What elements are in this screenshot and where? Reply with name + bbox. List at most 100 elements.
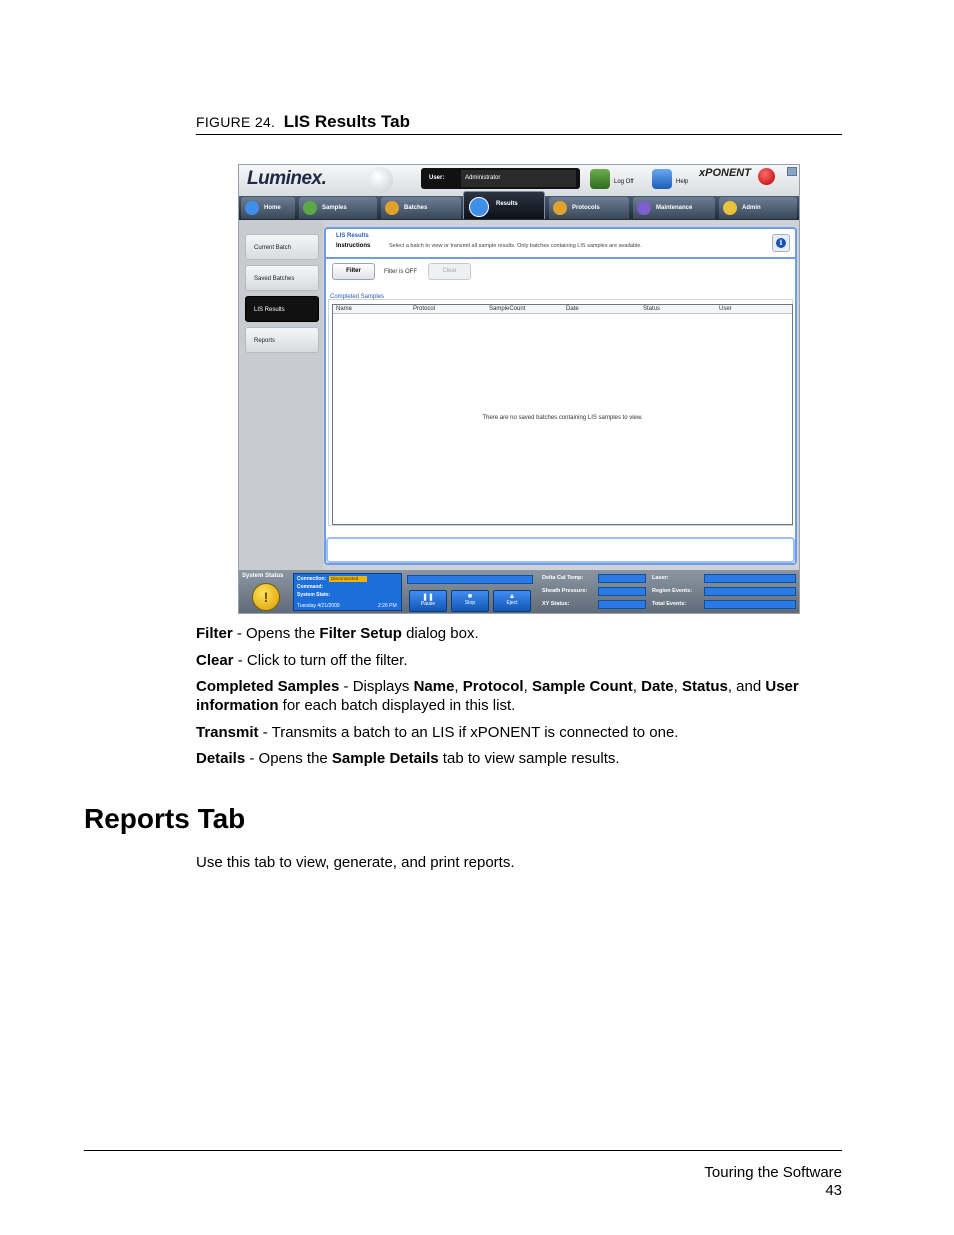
stat-value	[598, 600, 646, 609]
stop-label: Stop	[464, 600, 476, 606]
sidebar-item-current-batch[interactable]: Current Batch	[245, 234, 319, 260]
term: Details	[196, 750, 246, 767]
eject-button[interactable]: ▲ Eject	[493, 590, 531, 612]
stat-value	[704, 587, 796, 596]
text: - Opens the	[232, 625, 320, 642]
text: ,	[454, 678, 463, 695]
maintenance-icon	[637, 201, 651, 215]
empty-table-message: There are no saved batches containing LI…	[482, 415, 643, 421]
text: dialog box.	[401, 625, 479, 642]
connection-label: Connection:	[297, 576, 327, 582]
tab-label: Protocols	[572, 205, 600, 211]
section-title: Reports Tab	[84, 803, 246, 834]
details-description: Details - Opens the Sample Details tab t…	[196, 749, 842, 768]
window-control-icon[interactable]	[787, 167, 797, 176]
text: ,	[523, 678, 532, 695]
column-header[interactable]: User	[719, 306, 732, 312]
stat-label: Sheath Pressure:	[542, 588, 588, 594]
term: Sample Details	[331, 750, 439, 767]
header-divider	[326, 257, 795, 259]
figure-title: LIS Results Tab	[283, 112, 410, 131]
pause-button[interactable]: ❚❚ Pause	[409, 590, 447, 612]
log-off-label: Log Off	[614, 179, 634, 185]
text: - Opens the	[245, 750, 332, 767]
stat-label: Total Events:	[652, 601, 687, 607]
admin-icon	[723, 201, 737, 215]
filter-button[interactable]: Filter	[332, 263, 375, 280]
eject-label: Eject	[506, 600, 518, 606]
tab-samples[interactable]: Samples	[299, 197, 377, 219]
instructions-text: Select a batch to view or transmit all s…	[389, 243, 642, 249]
tab-label: Results	[496, 201, 518, 207]
lis-results-panel: LIS Results Instructions Select a batch …	[324, 227, 797, 565]
term: Status	[682, 678, 728, 695]
info-button[interactable]: i	[772, 234, 790, 252]
results-sidebar: Current Batch Saved Batches LIS Results …	[239, 220, 323, 570]
user-field: Administrator	[461, 170, 576, 187]
column-header[interactable]: SampleCount	[489, 306, 525, 312]
term: Filter	[196, 625, 233, 642]
tab-admin[interactable]: Admin	[719, 197, 797, 219]
xponent-brand: xPONENT	[699, 167, 751, 179]
column-header[interactable]: Status	[643, 306, 660, 312]
term: Transmit	[196, 724, 259, 741]
page-number: 43	[825, 1182, 842, 1199]
batches-icon	[385, 201, 399, 215]
tab-label: Home	[264, 205, 281, 211]
log-off-icon	[590, 169, 610, 189]
column-header[interactable]: Date	[566, 306, 579, 312]
results-icon	[469, 197, 489, 217]
text: - Displays	[339, 678, 414, 695]
transmit-description: Transmit - Transmits a batch to an LIS i…	[196, 723, 842, 742]
sidebar-item-lis-results[interactable]: LIS Results	[245, 296, 319, 322]
instructions-label: Instructions	[336, 243, 371, 249]
progress-bar	[407, 575, 533, 584]
stat-value	[598, 587, 646, 596]
tab-protocols[interactable]: Protocols	[549, 197, 629, 219]
column-header[interactable]: Protocol	[413, 306, 435, 312]
stop-icon: ■	[467, 593, 473, 600]
details-area	[326, 537, 795, 563]
column-header[interactable]: Name	[336, 306, 352, 312]
help-button[interactable]: Help	[652, 169, 692, 191]
completed-samples-description: Completed Samples - Displays Name, Proto…	[196, 677, 842, 715]
eject-icon: ▲	[508, 593, 516, 600]
section-body: Use this tab to view, generate, and prin…	[196, 854, 515, 871]
breadcrumb: LIS Results	[336, 233, 369, 239]
term: Date	[641, 678, 674, 695]
status-time: 2:26 PM	[378, 603, 397, 609]
luminex-logo: Luminex.	[247, 168, 327, 189]
completed-samples-table[interactable]: Name Protocol SampleCount Date Status Us…	[332, 304, 793, 525]
main-nav: Home Samples Batches Results Protocols M…	[239, 191, 799, 220]
system-status-label: System Status	[242, 573, 284, 579]
text: - Transmits a batch to an LIS if xPONENT…	[258, 724, 679, 741]
text: tab to view sample results.	[438, 750, 620, 767]
stat-value	[704, 600, 796, 609]
completed-samples-label: Completed Samples	[330, 294, 385, 300]
info-icon: i	[776, 238, 786, 248]
sidebar-item-reports[interactable]: Reports	[245, 327, 319, 353]
tab-batches[interactable]: Batches	[381, 197, 461, 219]
term: Sample Count	[531, 678, 633, 695]
status-date: Tuesday 4/21/2009	[297, 603, 340, 609]
term: Clear	[196, 652, 234, 669]
figure-number: FIGURE 24.	[196, 114, 276, 130]
stat-label: XY Status:	[542, 601, 570, 607]
tab-results[interactable]: Results	[463, 191, 545, 219]
stat-label: Delta Cal Temp:	[542, 575, 584, 581]
tab-maintenance[interactable]: Maintenance	[633, 197, 715, 219]
pause-label: Pause	[420, 601, 436, 607]
tab-home[interactable]: Home	[241, 197, 295, 219]
logo-orb-icon	[367, 167, 393, 193]
tab-label: Samples	[322, 205, 347, 211]
clear-button[interactable]: Clear	[428, 263, 471, 280]
home-icon	[245, 201, 259, 215]
page-footer: Touring the Software 43	[704, 1164, 842, 1200]
sidebar-item-saved-batches[interactable]: Saved Batches	[245, 265, 319, 291]
chapter-title: Touring the Software	[704, 1164, 842, 1181]
stop-button[interactable]: ■ Stop	[451, 590, 489, 612]
log-off-button[interactable]: Log Off	[590, 169, 640, 191]
command-label: Command:	[297, 584, 324, 590]
text: ,	[673, 678, 682, 695]
clear-description: Clear - Click to turn off the filter.	[196, 651, 842, 670]
